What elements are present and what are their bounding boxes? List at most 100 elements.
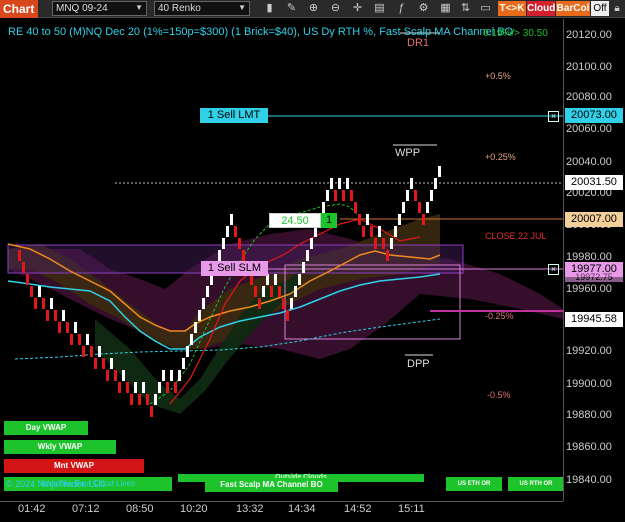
- up-brick: [378, 226, 381, 237]
- down-brick: [358, 214, 361, 225]
- templates-icon[interactable]: ▦: [438, 1, 453, 16]
- lock-icon[interactable]: 🔒︎: [610, 1, 624, 16]
- up-brick: [190, 334, 193, 345]
- up-brick: [402, 202, 405, 213]
- pct-plus-05: +0.5%: [485, 71, 511, 81]
- tk-toggle-button[interactable]: T<>K: [498, 1, 526, 16]
- chevron-down-icon: ▼: [238, 3, 246, 12]
- sell-slm-order[interactable]: 1 Sell SLM: [201, 261, 268, 276]
- down-brick: [234, 226, 237, 237]
- chart-trader-icon[interactable]: ⇅: [458, 1, 473, 16]
- time-tick-label: 07:12: [72, 503, 100, 515]
- up-brick: [170, 370, 173, 381]
- up-brick: [74, 322, 77, 333]
- down-brick: [22, 262, 25, 273]
- down-brick: [286, 310, 289, 321]
- up-brick: [218, 250, 221, 261]
- up-brick: [226, 226, 229, 237]
- down-brick: [58, 322, 61, 333]
- down-brick: [278, 286, 281, 297]
- day-vwap-button[interactable]: Day VWAP: [4, 421, 88, 435]
- time-tick-label: 14:34: [288, 503, 316, 515]
- up-brick: [262, 286, 265, 297]
- position-qty-box[interactable]: 1: [321, 213, 337, 228]
- down-brick: [150, 406, 153, 417]
- down-brick: [126, 382, 129, 393]
- price-tick-label: 20100.00: [566, 61, 612, 73]
- pct-minus-05: -0.5%: [487, 390, 511, 400]
- barcol-toggle-button[interactable]: BarCol: [556, 1, 590, 16]
- mnt-vwap-button[interactable]: Mnt VWAP: [4, 459, 144, 473]
- up-brick: [326, 190, 329, 201]
- down-brick: [30, 286, 33, 297]
- price-tick-label: 19840.00: [566, 474, 612, 486]
- up-brick: [290, 298, 293, 309]
- instrument-select[interactable]: MNQ 09-24 ▼: [52, 1, 147, 16]
- us-eth-or-button[interactable]: US ETH OR: [446, 477, 502, 491]
- pct-plus-025: +0.25%: [485, 152, 516, 162]
- down-brick: [342, 190, 345, 201]
- crosshair-icon[interactable]: ✛: [350, 1, 365, 16]
- up-brick: [202, 298, 205, 309]
- fast-scalp-ma-channel-bo-button[interactable]: Fast Scalp MA Channel BO: [205, 478, 338, 492]
- indicators-icon[interactable]: ƒ: [394, 1, 409, 16]
- down-brick: [422, 214, 425, 225]
- data-box-icon[interactable]: ▭: [478, 1, 493, 16]
- chart-panel[interactable]: RE 40 to 50 (M)NQ Dec 20 (1%=150p=$300) …: [0, 19, 564, 501]
- copyright-text: © 2024 NinjaTrader, LLC: [6, 479, 106, 489]
- price-tick-label: 19900.00: [566, 378, 612, 390]
- cloud-toggle-button[interactable]: Cloud: [527, 1, 555, 16]
- down-brick: [102, 358, 105, 369]
- last-price-box: 20031.50: [565, 175, 623, 190]
- chart-tab[interactable]: Chart: [0, 0, 38, 18]
- up-brick: [206, 286, 209, 297]
- sell-lmt-order[interactable]: 1 Sell LMT: [200, 108, 268, 123]
- bar-type-select[interactable]: 40 Renko ▼: [154, 1, 250, 16]
- instrument-value: MNQ 09-24: [56, 3, 108, 14]
- us-rth-or-button[interactable]: US RTH OR: [508, 477, 564, 491]
- up-brick: [294, 286, 297, 297]
- properties-icon[interactable]: ▤: [372, 1, 387, 16]
- up-brick: [302, 262, 305, 273]
- up-brick: [142, 382, 145, 393]
- down-brick: [90, 346, 93, 357]
- zoom-out-icon[interactable]: ⊖: [328, 1, 343, 16]
- up-brick: [38, 286, 41, 297]
- up-brick: [394, 226, 397, 237]
- down-brick: [130, 394, 133, 405]
- pencil-icon[interactable]: ✎: [284, 1, 299, 16]
- corner-value: 0.19%/> 30.50: [483, 28, 548, 39]
- cancel-lmt-x-button[interactable]: ×: [548, 111, 559, 122]
- bars-icon[interactable]: ▮: [262, 1, 277, 16]
- up-brick: [194, 322, 197, 333]
- cancel-slm-x-button[interactable]: ×: [548, 264, 559, 275]
- down-brick: [54, 310, 57, 321]
- sell-lmt-price-box: 20073.00: [565, 108, 623, 123]
- time-tick-label: 01:42: [18, 503, 46, 515]
- down-brick: [26, 274, 29, 285]
- up-brick: [298, 274, 301, 285]
- up-brick: [322, 202, 325, 213]
- time-tick-label: 10:20: [180, 503, 208, 515]
- up-brick: [230, 214, 233, 225]
- down-brick: [114, 370, 117, 381]
- strategies-icon[interactable]: ⚙: [416, 1, 431, 16]
- zoom-in-icon[interactable]: ⊕: [306, 1, 321, 16]
- pnl-box[interactable]: 24.50: [269, 213, 321, 228]
- up-brick: [438, 166, 441, 177]
- up-brick: [186, 346, 189, 357]
- up-brick: [434, 178, 437, 189]
- wkly-vwap-button[interactable]: Wkly VWAP: [4, 440, 116, 454]
- down-brick: [78, 334, 81, 345]
- price-tick-label: 19960.00: [566, 283, 612, 295]
- price-tick-label: 20080.00: [566, 91, 612, 103]
- time-tick-label: 08:50: [126, 503, 154, 515]
- pct-minus-025: -0.25%: [485, 311, 514, 321]
- down-brick: [362, 226, 365, 237]
- off-toggle-button[interactable]: Off: [591, 1, 609, 16]
- up-brick: [158, 382, 161, 393]
- up-brick: [86, 334, 89, 345]
- down-brick: [42, 298, 45, 309]
- down-brick: [418, 202, 421, 213]
- up-brick: [406, 190, 409, 201]
